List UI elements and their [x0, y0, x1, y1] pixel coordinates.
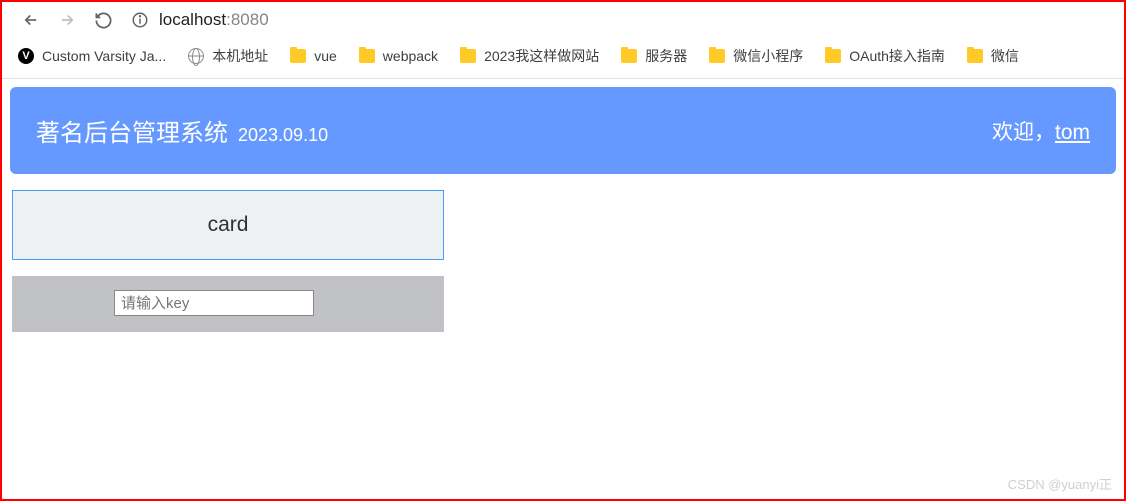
folder-icon — [359, 49, 375, 63]
bookmark-item[interactable]: 微信小程序 — [709, 46, 803, 66]
folder-icon — [709, 49, 725, 63]
reload-icon[interactable] — [94, 11, 113, 30]
bookmark-label: webpack — [383, 48, 438, 64]
card-box: card — [12, 190, 444, 260]
page-title: 著名后台管理系统 — [36, 113, 228, 148]
user-link[interactable]: tom — [1055, 121, 1090, 144]
bookmark-label: 本机地址 — [212, 46, 268, 66]
bookmark-label: 微信 — [991, 46, 1019, 66]
bookmark-label: 服务器 — [645, 46, 687, 66]
forward-icon — [58, 11, 76, 29]
bookmark-item[interactable]: 服务器 — [621, 46, 687, 66]
folder-icon — [621, 49, 637, 63]
welcome-text: 欢迎， — [992, 121, 1055, 144]
header-right: 欢迎，tom — [992, 116, 1090, 146]
folder-icon — [825, 49, 841, 63]
back-icon[interactable] — [22, 11, 40, 29]
folder-icon — [290, 49, 306, 63]
bookmark-label: Custom Varsity Ja... — [42, 48, 166, 64]
bookmark-label: 2023我这样做网站 — [484, 46, 599, 66]
varsity-icon: V — [18, 48, 34, 64]
card-label: card — [208, 213, 249, 236]
bookmark-item[interactable]: 本机地址 — [188, 46, 268, 66]
page-content: 著名后台管理系统 2023.09.10 欢迎，tom card — [0, 87, 1126, 332]
watermark: CSDN @yuanyi正 — [1008, 474, 1112, 493]
browser-nav-bar: localhost:8080 — [0, 0, 1126, 44]
bookmark-item[interactable]: 2023我这样做网站 — [460, 46, 599, 66]
bookmark-item[interactable]: 微信 — [967, 46, 1019, 66]
bookmark-item[interactable]: OAuth接入指南 — [825, 46, 945, 66]
address-bar[interactable]: localhost:8080 — [131, 10, 269, 30]
bookmark-label: OAuth接入指南 — [849, 46, 945, 66]
bookmark-label: vue — [314, 48, 337, 64]
bookmark-bar: V Custom Varsity Ja... 本机地址 vue webpack 2… — [0, 44, 1126, 79]
header-date: 2023.09.10 — [238, 125, 328, 146]
site-info-icon[interactable] — [131, 11, 149, 29]
globe-icon — [188, 48, 204, 64]
url-host: localhost — [159, 10, 226, 29]
key-input[interactable] — [114, 290, 314, 316]
key-input-box — [12, 276, 444, 332]
url-port: :8080 — [226, 10, 269, 29]
bookmark-label: 微信小程序 — [733, 46, 803, 66]
bookmark-item[interactable]: V Custom Varsity Ja... — [18, 48, 166, 64]
folder-icon — [460, 49, 476, 63]
header-banner: 著名后台管理系统 2023.09.10 欢迎，tom — [10, 87, 1116, 174]
bookmark-item[interactable]: vue — [290, 48, 337, 64]
bookmark-item[interactable]: webpack — [359, 48, 438, 64]
folder-icon — [967, 49, 983, 63]
header-left: 著名后台管理系统 2023.09.10 — [36, 113, 328, 148]
